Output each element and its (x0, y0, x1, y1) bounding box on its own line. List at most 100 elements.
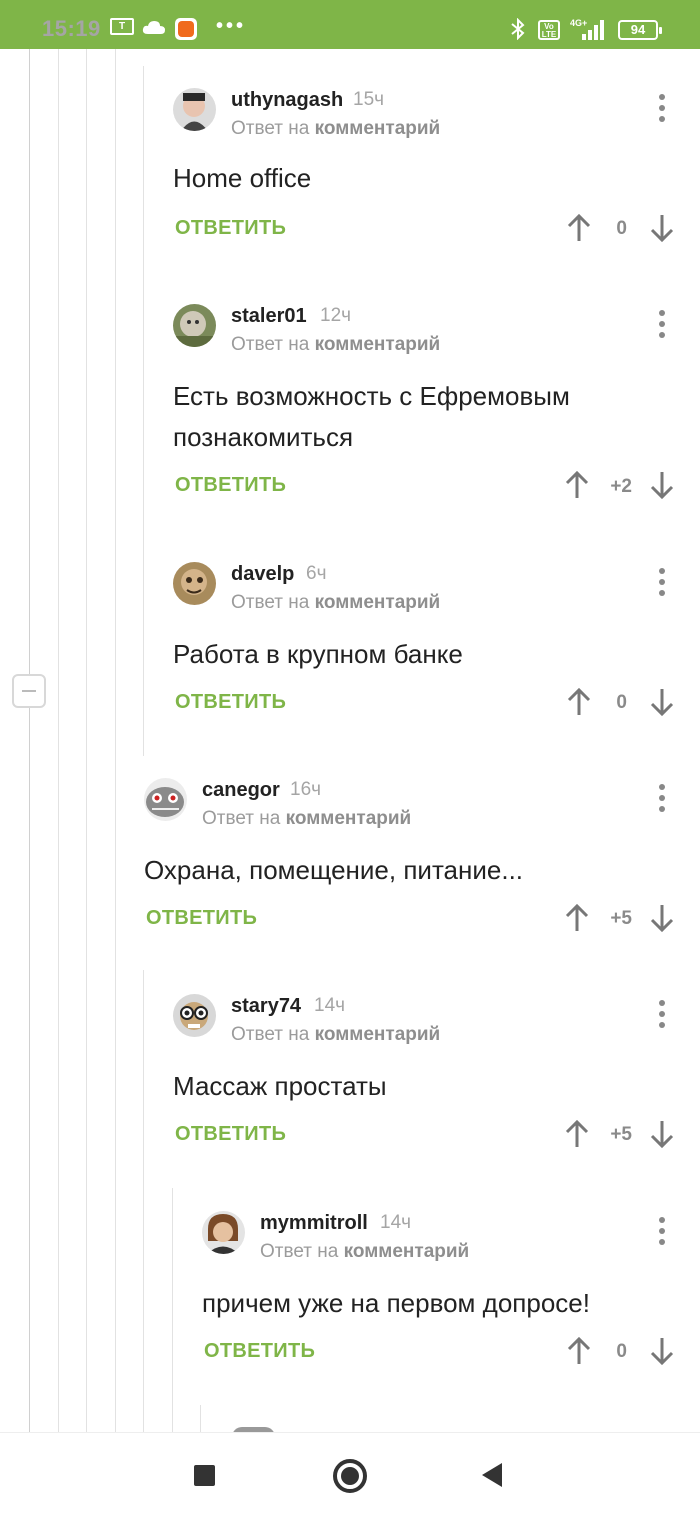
reply-button[interactable]: ОТВЕТИТЬ (175, 474, 286, 497)
comment: stary74 14ч Ответ на комментарий Массаж … (173, 994, 683, 1154)
comment: canegor 16ч Ответ на комментарий Охрана,… (144, 778, 683, 938)
more-notifications-icon: ••• (216, 15, 247, 37)
reply-to: Ответ на комментарий (231, 118, 440, 140)
more-vertical-icon[interactable] (657, 310, 667, 340)
thread-line (29, 708, 30, 1432)
arrow-up-icon[interactable] (565, 470, 589, 500)
reply-button[interactable]: ОТВЕТИТЬ (175, 217, 286, 240)
battery-icon: 94 (618, 20, 662, 40)
bluetooth-icon (510, 17, 526, 46)
username[interactable]: davelp (231, 563, 294, 586)
reply-button[interactable]: ОТВЕТИТЬ (204, 1340, 315, 1363)
thread-line (58, 49, 59, 1432)
reply-to: Ответ на комментарий (231, 592, 440, 614)
username[interactable]: stary74 (231, 995, 301, 1018)
comment: uthynagash 15ч Ответ на комментарий Home… (173, 88, 683, 248)
vote-score: 0 (616, 218, 627, 239)
home-circle-icon[interactable] (333, 1459, 367, 1493)
comment-text: Есть возможность с Ефремовым познакомить… (173, 376, 570, 458)
cloud-icon (142, 20, 166, 34)
avatar[interactable] (173, 88, 216, 131)
more-vertical-icon[interactable] (657, 784, 667, 814)
comment-text-line: Работа в крупном банке (173, 639, 463, 669)
comment-text: Работа в крупном банке (173, 634, 463, 675)
thread-line (29, 49, 30, 674)
volte-icon: Vo LTE (538, 20, 560, 40)
thread-line (172, 1188, 173, 1432)
reply-to-link[interactable]: комментарий (315, 1024, 441, 1045)
arrow-up-icon[interactable] (565, 903, 589, 933)
comment-text-line: Массаж простаты (173, 1071, 387, 1101)
recents-square-icon[interactable] (194, 1465, 215, 1486)
more-vertical-icon[interactable] (657, 1000, 667, 1030)
arrow-up-icon[interactable] (565, 1119, 589, 1149)
comment-time: 14ч (314, 995, 346, 1016)
vote-score: +5 (610, 908, 632, 929)
reply-to: Ответ на комментарий (260, 1241, 469, 1263)
arrow-down-icon[interactable] (650, 687, 674, 717)
thread-line (200, 1405, 201, 1432)
reply-to-link[interactable]: комментарий (315, 334, 441, 355)
reply-to-link[interactable]: комментарий (315, 592, 441, 613)
comment-text-line: Home office (173, 163, 312, 193)
avatar[interactable] (173, 562, 216, 605)
username[interactable]: uthynagash (231, 89, 343, 112)
comment: staler01 12ч Ответ на комментарий Есть в… (173, 304, 683, 504)
comment-text: причем уже на первом допросе! (202, 1283, 590, 1324)
avatar[interactable] (173, 994, 216, 1037)
reply-to-prefix: Ответ на (231, 1024, 310, 1045)
comment-time: 12ч (320, 305, 352, 326)
username[interactable]: mymmitroll (260, 1212, 368, 1235)
comment-text: Home office (173, 158, 311, 199)
username[interactable]: staler01 (231, 305, 307, 328)
arrow-down-icon[interactable] (650, 213, 674, 243)
signal-icon: 4G+ (568, 17, 608, 41)
comment-text: Массаж простаты (173, 1066, 387, 1107)
reply-button[interactable]: ОТВЕТИТЬ (175, 1123, 286, 1146)
reply-to-prefix: Ответ на (231, 118, 310, 139)
sim-icon: T (110, 18, 134, 35)
thread-line (115, 49, 116, 1432)
reply-to: Ответ на комментарий (202, 808, 411, 830)
comment-text-line: Охрана, помещение, питание... (144, 855, 524, 885)
more-vertical-icon[interactable] (657, 1217, 667, 1247)
comment-time: 15ч (353, 89, 385, 110)
reply-to-prefix: Ответ на (231, 592, 310, 613)
reply-button[interactable]: ОТВЕТИТЬ (175, 691, 286, 714)
more-vertical-icon[interactable] (657, 94, 667, 124)
comment-text-line: причем уже на первом допросе! (202, 1288, 590, 1318)
clock: 15:19 (42, 16, 101, 41)
avatar[interactable] (202, 1211, 245, 1254)
reply-to-link[interactable]: комментарий (286, 808, 412, 829)
thread-line (86, 49, 87, 1432)
reply-button[interactable]: ОТВЕТИТЬ (146, 907, 257, 930)
back-triangle-icon[interactable] (482, 1463, 502, 1487)
reply-to-prefix: Ответ на (260, 1241, 339, 1262)
comment-text: Охрана, помещение, питание... (144, 850, 523, 891)
arrow-down-icon[interactable] (650, 1336, 674, 1366)
avatar[interactable] (144, 778, 187, 821)
reply-to-prefix: Ответ на (231, 334, 310, 355)
vote-score: +2 (610, 476, 632, 497)
thread-line (143, 970, 144, 1432)
vote-score: 0 (616, 1341, 627, 1362)
arrow-down-icon[interactable] (650, 903, 674, 933)
arrow-down-icon[interactable] (650, 470, 674, 500)
network-type-label: 4G+ (570, 18, 587, 28)
comment-time: 14ч (380, 1212, 412, 1233)
comment: davelp 6ч Ответ на комментарий Работа в … (173, 562, 683, 722)
username[interactable]: canegor (202, 779, 280, 802)
comment: mymmitroll 14ч Ответ на комментарий прич… (202, 1211, 683, 1371)
vote-score: +5 (610, 1124, 632, 1145)
reply-to-link[interactable]: комментарий (315, 118, 441, 139)
collapse-minus-icon[interactable] (12, 674, 46, 708)
reply-to-link[interactable]: комментарий (344, 1241, 470, 1262)
avatar[interactable] (173, 304, 216, 347)
system-nav-bar (0, 1432, 700, 1517)
reply-to: Ответ на комментарий (231, 1024, 440, 1046)
comment-time: 6ч (306, 563, 327, 584)
thread-line (143, 66, 144, 756)
arrow-down-icon[interactable] (650, 1119, 674, 1149)
status-bar: 15:19 T ••• Vo LTE 4G+ 94 (0, 0, 700, 49)
more-vertical-icon[interactable] (657, 568, 667, 598)
